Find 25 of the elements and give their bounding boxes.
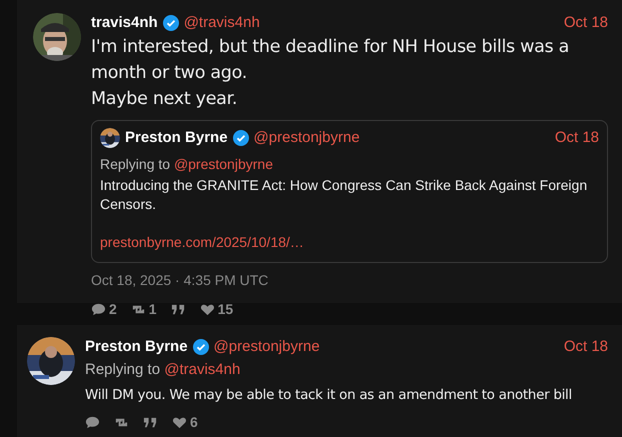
- post-date[interactable]: Oct 18: [564, 12, 608, 34]
- replying-to-text: Replying to @travis4nh: [85, 360, 242, 380]
- quoted-post[interactable]: Preston Byrne @prestonjbyrne Oct 18 Replying to @prestonjbyrne Introducing the GRANITE Act: How Congress Can Strike Back Against Foreign Censors. prestonbyrne.com/2025/10/18/…: [91, 120, 608, 262]
- stat-count: 6: [190, 412, 198, 432]
- post-text: I'm interested, but the deadline for NH House bills was a month or two ago. Maybe next year.: [91, 36, 570, 111]
- author-name[interactable]: Preston Byrne: [85, 336, 188, 358]
- author-handle[interactable]: @prestonjbyrne: [254, 127, 360, 150]
- stat-count: 1: [148, 300, 157, 318]
- author-name[interactable]: travis4nh: [91, 12, 158, 34]
- mention-link[interactable]: @prestonjbyrne: [174, 156, 273, 172]
- post-text: Will DM you. We may be able to tack it on as an amendment to another bill: [85, 386, 573, 404]
- speech-bubble-icon[interactable]: [85, 414, 100, 430]
- quoted-text: Introducing the GRANITE Act: How Congress Can Strike Back Against Foreign Censors.: [100, 176, 588, 214]
- mention-link[interactable]: @travis4nh: [164, 361, 240, 378]
- author-name[interactable]: Preston Byrne: [125, 127, 228, 150]
- author-handle[interactable]: @travis4nh: [184, 12, 260, 34]
- stat-count: 2: [109, 300, 117, 318]
- article-link[interactable]: prestonbyrne.com/2025/10/18/…: [100, 232, 304, 252]
- post-date[interactable]: Oct 18: [564, 336, 608, 358]
- post-timestamp: Oct 18, 2025 · 4:35 PM UTC: [91, 270, 270, 290]
- speech-bubble-icon[interactable]: [91, 302, 106, 316]
- replying-to-text: Replying to @prestonjbyrne: [100, 154, 274, 174]
- author-handle[interactable]: @prestonjbyrne: [214, 336, 320, 358]
- post-date[interactable]: Oct 18: [554, 127, 599, 150]
- stat-count: 15: [218, 300, 234, 318]
